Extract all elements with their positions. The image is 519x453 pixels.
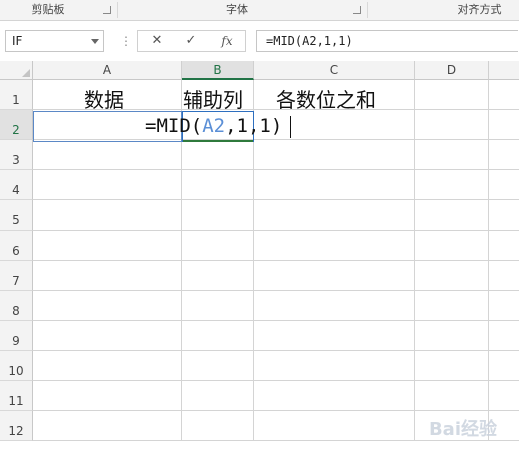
grid-cell[interactable]: [254, 170, 415, 200]
grid-cell[interactable]: [489, 351, 519, 381]
grid-cell[interactable]: [254, 261, 415, 291]
grid-cell[interactable]: [33, 231, 182, 261]
grid-cell[interactable]: [33, 351, 182, 381]
row-header-7[interactable]: 7: [0, 261, 33, 291]
grid-cell[interactable]: [33, 321, 182, 351]
grid-cell[interactable]: [415, 381, 489, 411]
grid-cell[interactable]: [33, 200, 182, 231]
grid-cell[interactable]: [182, 291, 254, 321]
ribbon-group-clipboard: 剪贴板: [31, 3, 65, 16]
editor-args: ,1,1): [225, 115, 283, 137]
grid-cell[interactable]: [489, 381, 519, 411]
editor-reference: A2: [202, 115, 226, 137]
row-header-10[interactable]: 10: [0, 351, 33, 381]
grid-cell[interactable]: [254, 200, 415, 231]
row-header-3[interactable]: 3: [0, 140, 33, 170]
column-header-d[interactable]: D: [415, 61, 489, 80]
grid-cell[interactable]: [489, 321, 519, 351]
row-header-8[interactable]: 8: [0, 291, 33, 321]
grid-cell[interactable]: [489, 200, 519, 231]
name-box-value: IF: [12, 34, 23, 48]
grid-cell[interactable]: [489, 231, 519, 261]
grid-cell[interactable]: [33, 411, 182, 441]
grid-cell[interactable]: [415, 80, 489, 110]
ribbon-group-labels: 剪贴板 字体 对齐方式: [0, 0, 519, 21]
grid-cell[interactable]: [33, 381, 182, 411]
grid-cell[interactable]: [489, 170, 519, 200]
grid-cell[interactable]: [489, 140, 519, 170]
row-header-12[interactable]: 12: [0, 411, 33, 441]
row-header-9[interactable]: 9: [0, 321, 33, 351]
row-header-6[interactable]: 6: [0, 231, 33, 261]
grid-cell[interactable]: [489, 291, 519, 321]
cell-a1[interactable]: 数据: [84, 84, 124, 113]
column-header-a[interactable]: A: [33, 61, 182, 80]
watermark-logo: Bai经验: [428, 419, 497, 440]
grid-cell[interactable]: [254, 321, 415, 351]
editor-function: =MID(: [145, 115, 203, 137]
grid-cell[interactable]: [182, 231, 254, 261]
grid-cell[interactable]: [489, 261, 519, 291]
enter-icon[interactable]: ✓: [176, 32, 206, 50]
grid-cell[interactable]: [182, 200, 254, 231]
grid-cell[interactable]: [254, 411, 415, 441]
row-header-2[interactable]: 2: [0, 110, 33, 140]
grid-cell[interactable]: [415, 321, 489, 351]
grid-cell[interactable]: [415, 291, 489, 321]
cell-c1[interactable]: 各数位之和: [276, 84, 376, 113]
grid-cell[interactable]: [415, 140, 489, 170]
row-header-1[interactable]: 1: [0, 80, 33, 110]
clipboard-dialog-launcher-icon[interactable]: [103, 6, 111, 14]
row-header-5[interactable]: 5: [0, 200, 33, 231]
grid-cell[interactable]: [182, 140, 254, 170]
grid-cell[interactable]: [415, 200, 489, 231]
cell-editor[interactable]: =MID(A2,1,1): [145, 111, 282, 142]
font-dialog-launcher-icon[interactable]: [353, 6, 361, 14]
grid-cell[interactable]: [33, 170, 182, 200]
cell-b1[interactable]: 辅助列: [183, 84, 243, 113]
grid-cell[interactable]: [415, 170, 489, 200]
ribbon-group-font: 字体: [226, 3, 248, 16]
worksheet-grid[interactable]: A B C D 1 2 3 4 5 6 7 8 9 10 11 12 数据 辅助列 各数位之和 =MI…: [0, 61, 519, 453]
insert-function-icon[interactable]: fx: [212, 32, 242, 50]
grid-cell[interactable]: [33, 140, 182, 170]
grid-cell[interactable]: [182, 351, 254, 381]
grid-cell[interactable]: [415, 351, 489, 381]
formula-bar: IF ⋮ ✕ ✓ fx =MID(A2,1,1): [0, 21, 519, 61]
group-separator: [367, 2, 368, 18]
grid-cell[interactable]: [182, 381, 254, 411]
grid-cell[interactable]: [182, 321, 254, 351]
column-header-c[interactable]: C: [254, 61, 415, 80]
grid-cell[interactable]: [182, 411, 254, 441]
chevron-down-icon[interactable]: [91, 39, 99, 44]
grid-cell[interactable]: [254, 291, 415, 321]
grid-cell[interactable]: [489, 110, 519, 140]
select-all-corner[interactable]: [0, 61, 33, 80]
grid-cell[interactable]: [415, 261, 489, 291]
ribbon-group-alignment: 对齐方式: [457, 3, 502, 16]
grip-icon[interactable]: ⋮: [120, 33, 132, 49]
grid-cell[interactable]: [415, 231, 489, 261]
grid-cell[interactable]: [182, 261, 254, 291]
grid-cell[interactable]: [33, 291, 182, 321]
grid-cell[interactable]: [415, 110, 489, 140]
grid-cell[interactable]: [254, 351, 415, 381]
name-box[interactable]: IF: [5, 30, 104, 52]
grid-cell[interactable]: [254, 231, 415, 261]
grid-cell[interactable]: [489, 80, 519, 110]
column-header-e[interactable]: [489, 61, 519, 80]
column-header-b[interactable]: B: [182, 61, 254, 80]
grid-cell[interactable]: [33, 261, 182, 291]
text-caret: [290, 116, 291, 138]
formula-buttons: ✕ ✓ fx: [137, 30, 246, 52]
row-header-11[interactable]: 11: [0, 381, 33, 411]
row-header-4[interactable]: 4: [0, 170, 33, 200]
grid-cell[interactable]: [254, 140, 415, 170]
formula-input[interactable]: =MID(A2,1,1): [256, 30, 518, 52]
grid-cell[interactable]: [182, 170, 254, 200]
cancel-icon[interactable]: ✕: [142, 32, 172, 50]
grid-cell[interactable]: [254, 381, 415, 411]
